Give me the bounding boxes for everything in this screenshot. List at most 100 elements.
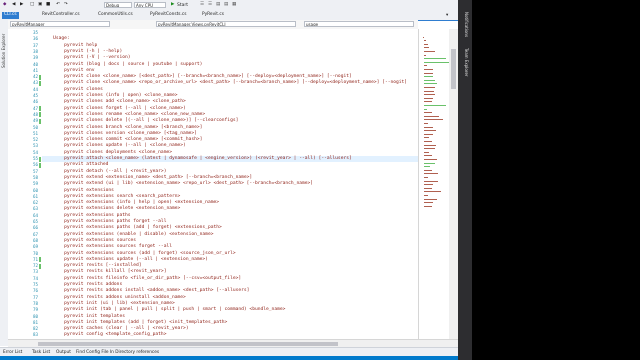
code-line[interactable]: pyrevit init (tab | panel | pull | split… bbox=[42, 307, 285, 312]
code-line[interactable]: pyrevit env bbox=[42, 68, 94, 73]
tab-pyrevit[interactable]: PyRevit.cs bbox=[200, 12, 226, 19]
tab-pyrevit-consts[interactable]: PyRevitConsts.cs bbox=[148, 12, 188, 19]
toolbar-tool-icon[interactable]: ☰ bbox=[200, 2, 204, 7]
line-number: 73 bbox=[32, 269, 38, 275]
code-line[interactable]: pyrevit config <template_config_path> bbox=[42, 332, 166, 337]
minimap-line bbox=[423, 148, 436, 150]
code-line[interactable]: pyrevit attach <clone_name> (latest | dy… bbox=[42, 156, 352, 161]
notifications-tab[interactable]: Notifications bbox=[464, 12, 469, 37]
back-icon[interactable]: ◀ bbox=[12, 2, 15, 7]
code-line[interactable]: pyrevit extend <extension_name> <dest_pa… bbox=[42, 175, 252, 180]
horizontal-scrollbar-thumb[interactable] bbox=[38, 342, 338, 346]
code-line[interactable]: pyrevit revits addons uninstall <addon_n… bbox=[42, 295, 186, 300]
toolbar-tool-icon[interactable]: ☰ bbox=[208, 2, 212, 7]
tab-revit-controller[interactable]: RevitController.cs bbox=[40, 12, 82, 19]
minimap-line bbox=[423, 54, 426, 56]
minimap-line bbox=[423, 144, 437, 146]
code-line[interactable]: pyrevit extensions sources (add | forget… bbox=[42, 251, 235, 256]
code-line[interactable]: pyrevit extensions paths (add | forget) … bbox=[42, 225, 222, 230]
undo-icon[interactable]: ↶ bbox=[56, 2, 60, 7]
code-line[interactable]: pyrevit clones delete [(--all | <clone_n… bbox=[42, 118, 238, 123]
platform-dropdown[interactable]: Any CPU bbox=[134, 2, 166, 8]
code-line[interactable]: pyrevit clones (info | open) <clone_name… bbox=[42, 93, 177, 98]
line-number: 65 bbox=[32, 219, 38, 224]
code-line[interactable]: pyrevit clones version <clone_name> [<ta… bbox=[42, 131, 197, 136]
code-line[interactable]: pyrevit (-V | --version) bbox=[42, 55, 130, 60]
minimap-line bbox=[423, 202, 434, 204]
code-editor[interactable]: 35 36 37 38 39 40 41 42 43 44 45 46 47 48 49 50 51 52 53 54… bbox=[8, 29, 418, 339]
code-line[interactable]: pyrevit extensions paths forget --all bbox=[42, 219, 166, 224]
code-line[interactable]: pyrevit detach (--all | <revit_year>) bbox=[42, 169, 166, 174]
code-line[interactable]: pyrevit clones update (--all | <clone_na… bbox=[42, 143, 186, 148]
tab-task-list[interactable]: Task List bbox=[32, 350, 50, 355]
code-line[interactable]: pyrevit revits fileinfo <file_or_dir_pat… bbox=[42, 276, 241, 281]
line-number: 38 bbox=[32, 48, 38, 54]
code-line[interactable]: pyrevit init templates (add | forget) <i… bbox=[42, 320, 227, 325]
code-line[interactable]: pyrevit clone <clone_name> [<dest_path>]… bbox=[42, 74, 352, 79]
tab-cli[interactable]: CLI.cs bbox=[2, 12, 19, 19]
code-minimap[interactable] bbox=[418, 29, 450, 339]
save-icon[interactable]: ■ bbox=[46, 2, 50, 7]
code-line[interactable]: pyrevit extensions delete <extension_nam… bbox=[42, 206, 180, 211]
dark-background-area bbox=[472, 0, 640, 360]
tab-overflow-icon[interactable]: ▾ bbox=[446, 13, 448, 18]
code-line[interactable]: pyrevit extensions sources bbox=[42, 238, 136, 243]
team-explorer-tab[interactable]: Team Explorer bbox=[464, 48, 469, 77]
tab-output[interactable]: Output bbox=[56, 350, 71, 355]
tab-common-utils[interactable]: CommonUtils.cs bbox=[96, 12, 135, 19]
solution-explorer-tab[interactable]: Solution Explorer bbox=[1, 34, 6, 68]
code-line[interactable]: pyrevit extensions sources forget --all bbox=[42, 244, 172, 249]
open-icon[interactable]: ▣ bbox=[38, 2, 42, 7]
toolbar-tool-icon[interactable]: ▤ bbox=[216, 2, 220, 7]
forward-icon[interactable]: ▶ bbox=[20, 2, 23, 7]
code-line[interactable]: pyrevit caches (clear | --all | <revit_y… bbox=[42, 326, 188, 331]
code-line[interactable]: pyrevit clones commit <clone_name> [<com… bbox=[42, 137, 202, 142]
code-line[interactable]: pyrevit help bbox=[42, 43, 97, 48]
configuration-dropdown[interactable]: Debug bbox=[104, 2, 132, 8]
line-number: 36 bbox=[32, 36, 38, 42]
toolbar-tool-icon[interactable]: ▦ bbox=[232, 2, 236, 7]
code-line[interactable]: pyrevit extensions (enable | disable) <e… bbox=[42, 232, 213, 237]
vertical-scrollbar[interactable] bbox=[449, 29, 458, 339]
code-line[interactable]: pyrevit clones bbox=[42, 87, 103, 92]
code-line[interactable]: pyrevit init templates bbox=[42, 314, 125, 319]
code-line[interactable]: pyrevit extensions search <search_patter… bbox=[42, 194, 180, 199]
start-button[interactable]: Start bbox=[177, 3, 188, 8]
minimap-line bbox=[423, 141, 432, 142]
code-line[interactable]: pyrevit clone <clone_name> <repo_or_arch… bbox=[42, 80, 407, 85]
code-line[interactable]: pyrevit extensions update (--all | <exte… bbox=[42, 257, 208, 262]
code-line[interactable]: pyrevit clones add <clone_name> <clone_p… bbox=[42, 99, 186, 104]
code-line[interactable]: pyrevit revits [--installed] bbox=[42, 263, 141, 268]
class-dropdown[interactable]: pyRevitManager.Views.pyRevitCLI bbox=[156, 21, 296, 27]
new-file-icon[interactable]: □ bbox=[30, 2, 34, 7]
line-number: 60 bbox=[32, 187, 38, 193]
code-line[interactable]: pyrevit attached bbox=[42, 162, 108, 167]
code-line[interactable]: pyrevit extensions (info | help | open) … bbox=[42, 200, 219, 205]
project-dropdown[interactable]: pyRevitManager bbox=[10, 21, 110, 27]
code-line[interactable]: pyrevit (-h | --help) bbox=[42, 49, 122, 54]
tab-error-list[interactable]: Error List bbox=[3, 350, 22, 355]
toolbar-tool-icon[interactable]: ▤ bbox=[224, 2, 228, 7]
code-line[interactable]: pyrevit revits addons bbox=[42, 282, 122, 287]
minimap-line bbox=[423, 126, 433, 128]
code-line[interactable]: pyrevit (blog | docs | source | youtube … bbox=[42, 62, 202, 67]
scrollbar-thumb[interactable] bbox=[451, 49, 456, 89]
code-area[interactable]: Usage: pyrevit help pyrevit (-h | --help… bbox=[42, 29, 418, 339]
code-line[interactable]: pyrevit init (ui | lib) <extension_name> bbox=[42, 301, 175, 306]
code-line[interactable]: pyrevit extensions bbox=[42, 188, 114, 193]
code-line[interactable]: pyrevit clones rename <clone_name> <clon… bbox=[42, 112, 205, 117]
code-line[interactable]: pyrevit clones branch <clone_name> [<bra… bbox=[42, 125, 202, 130]
start-icon[interactable]: ▶ bbox=[171, 2, 174, 7]
code-line[interactable]: pyrevit extensions paths bbox=[42, 213, 130, 218]
member-dropdown[interactable]: usage bbox=[304, 21, 414, 27]
code-line[interactable]: pyrevit revits killall [<revit_year>] bbox=[42, 269, 166, 274]
code-line[interactable]: pyrevit extend (ui | lib) <extension_nam… bbox=[42, 181, 313, 186]
tab-find-references[interactable]: Find Config File In Directory references bbox=[76, 350, 159, 355]
minimap-line bbox=[423, 159, 438, 160]
redo-icon[interactable]: ↷ bbox=[64, 2, 68, 7]
code-line[interactable]: pyrevit clones deployments <clone_name> bbox=[42, 150, 172, 155]
code-line[interactable]: Usage: bbox=[42, 36, 70, 41]
line-number: 62 bbox=[32, 200, 38, 206]
code-line[interactable]: pyrevit clones forget (--all | <clone_na… bbox=[42, 106, 186, 111]
code-line[interactable]: pyrevit revits addons install <addon_nam… bbox=[42, 288, 249, 293]
